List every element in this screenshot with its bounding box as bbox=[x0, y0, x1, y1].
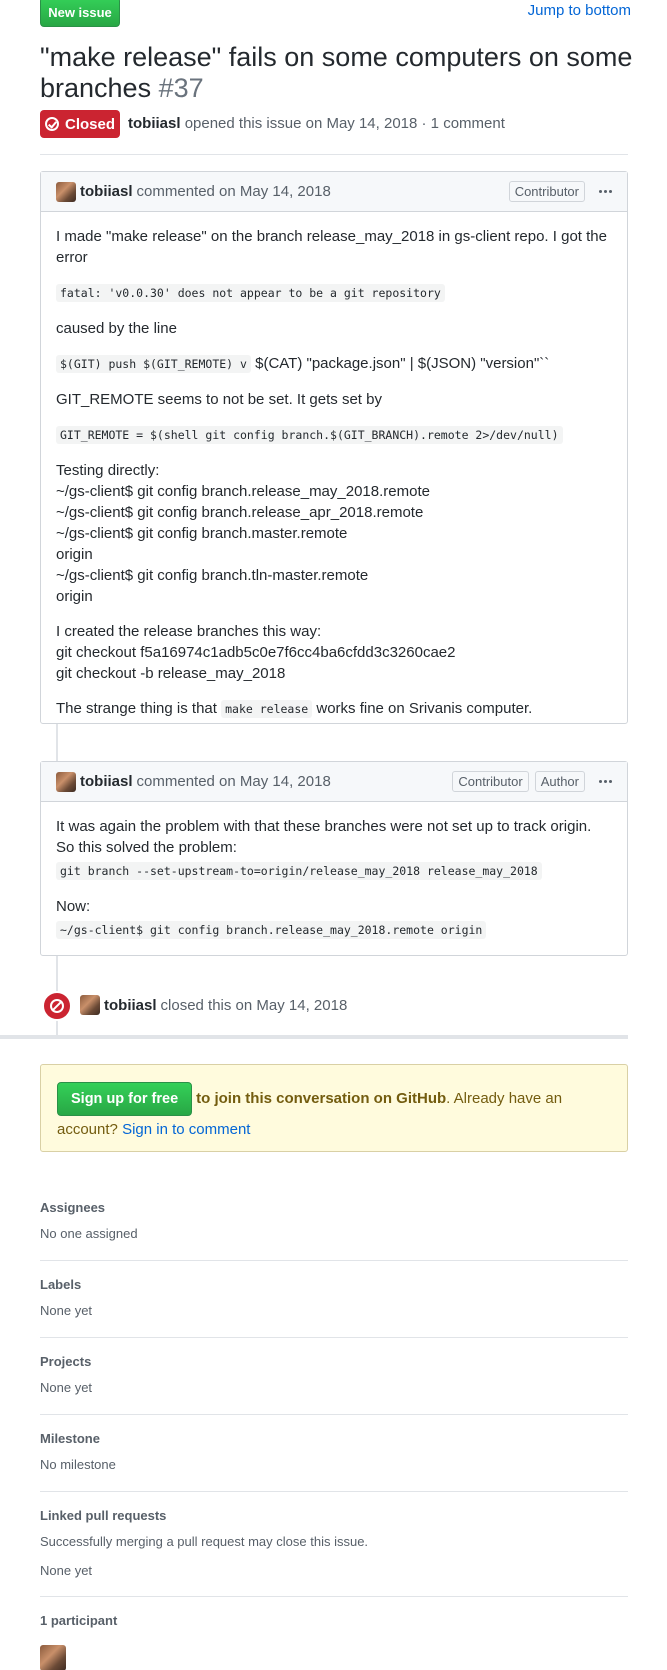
status-label: Closed bbox=[64, 115, 115, 133]
text-line: origin bbox=[56, 546, 93, 563]
sidebar-participants: 1 participant bbox=[40, 1613, 117, 1639]
comment-text: $(CAT) "package.json" | $(JSON) "version… bbox=[250, 355, 550, 372]
section-value: None yet bbox=[40, 1303, 93, 1318]
inline-code: $(GIT) push $(GIT_REMOTE) v bbox=[56, 355, 251, 373]
inline-code: GIT_REMOTE = $(shell git config branch.$… bbox=[56, 426, 563, 444]
sidebar-linked-prs: Linked pull requests Successfully mergin… bbox=[40, 1508, 628, 1597]
inline-code: make release bbox=[221, 700, 313, 718]
join-text: to join this conversation on GitHub bbox=[196, 1089, 447, 1107]
section-heading[interactable]: Assignees bbox=[40, 1200, 628, 1215]
inline-code: fatal: 'v0.0.30' does not appear to be a… bbox=[56, 284, 445, 302]
section-heading[interactable]: Projects bbox=[40, 1354, 628, 1369]
text-line: ~/gs-client$ git config branch.release_a… bbox=[56, 504, 424, 521]
section-heading: 1 participant bbox=[40, 1613, 118, 1628]
text-line: ~/gs-client$ git config branch.master.re… bbox=[56, 525, 348, 542]
comment-text: It was again the problem with that these… bbox=[56, 818, 592, 856]
section-value: No milestone bbox=[40, 1457, 116, 1472]
closed-event: tobiiasl closed this on May 14, 2018 bbox=[80, 995, 347, 1015]
circle-slash-icon bbox=[50, 999, 64, 1013]
text-line: origin bbox=[56, 588, 93, 605]
comment-body: I made "make release" on the branch rele… bbox=[41, 212, 627, 736]
closed-event-badge bbox=[42, 991, 72, 1021]
issue-number: #37 bbox=[158, 73, 204, 103]
avatar[interactable] bbox=[56, 181, 76, 202]
comment-text: caused by the line bbox=[56, 320, 177, 337]
comment: tobiiasl commented on May 14, 2018 Contr… bbox=[40, 171, 628, 724]
comment-date-link[interactable]: commented on May 14, 2018 bbox=[137, 773, 331, 790]
jump-to-bottom-link[interactable]: Jump to bottom bbox=[528, 2, 631, 19]
text-line: Testing directly: bbox=[56, 462, 160, 479]
divider bbox=[40, 154, 628, 155]
more-options-icon[interactable] bbox=[597, 190, 613, 193]
author-badge: Author bbox=[534, 771, 585, 792]
section-value: No one assigned bbox=[40, 1226, 138, 1241]
issue-opened-text: opened this issue on May 14, 2018 · 1 co… bbox=[184, 115, 505, 132]
timeline-divider bbox=[0, 1035, 628, 1039]
section-heading[interactable]: Linked pull requests bbox=[40, 1508, 628, 1523]
contributor-badge: Contributor bbox=[508, 181, 585, 202]
sign-in-link[interactable]: Sign in to comment bbox=[122, 1121, 250, 1138]
section-value: None yet bbox=[40, 1563, 93, 1578]
comment-date-link[interactable]: commented on May 14, 2018 bbox=[137, 183, 331, 200]
status-badge: Closed bbox=[40, 110, 120, 138]
text-line: ~/gs-client$ git config branch.release_m… bbox=[56, 483, 430, 500]
created-block: I created the release branches this way:… bbox=[56, 621, 612, 684]
section-note: Successfully merging a pull request may … bbox=[40, 1534, 369, 1549]
issue-meta: tobiiasl opened this issue on May 14, 20… bbox=[128, 115, 505, 132]
comment: tobiiasl commented on May 14, 2018 Contr… bbox=[40, 761, 628, 956]
sidebar-milestone: Milestone No milestone bbox=[40, 1431, 628, 1492]
avatar[interactable] bbox=[56, 771, 76, 792]
comment-text: I made "make release" on the branch rele… bbox=[56, 228, 607, 266]
sign-up-button[interactable]: Sign up for free bbox=[57, 1082, 193, 1116]
text-line: ~/gs-client$ git config branch.tln-maste… bbox=[56, 567, 369, 584]
text-line: git checkout -b release_may_2018 bbox=[56, 665, 286, 682]
comment-text: Now: bbox=[56, 898, 91, 915]
issue-closed-icon bbox=[44, 117, 59, 131]
avatar[interactable] bbox=[80, 995, 100, 1015]
testing-block: Testing directly: ~/gs-client$ git confi… bbox=[56, 460, 612, 607]
issue-author-link[interactable]: tobiiasl bbox=[128, 115, 181, 132]
closed-text: closed this on May 14, 2018 bbox=[160, 996, 348, 1014]
text-span: works fine on Srivanis computer. bbox=[312, 700, 533, 717]
text-line: I created the release branches this way: bbox=[56, 623, 322, 640]
text-span: The strange thing is that bbox=[56, 700, 222, 717]
sidebar-assignees: Assignees No one assigned bbox=[40, 1200, 628, 1261]
closed-author-link[interactable]: tobiiasl bbox=[104, 997, 157, 1014]
comment-author-link[interactable]: tobiiasl bbox=[80, 183, 133, 200]
contributor-badge: Contributor bbox=[452, 771, 529, 792]
comment-author-link[interactable]: tobiiasl bbox=[80, 773, 133, 790]
sidebar-labels: Labels None yet bbox=[40, 1277, 628, 1338]
comment-header: tobiiasl commented on May 14, 2018 Contr… bbox=[41, 762, 627, 802]
participant-avatar[interactable] bbox=[40, 1645, 66, 1670]
inline-code: git branch --set-upstream-to=origin/rele… bbox=[56, 862, 542, 880]
comment-text: The strange thing is that make release w… bbox=[56, 698, 612, 720]
section-value: None yet bbox=[40, 1380, 93, 1395]
issue-title: "make release" fails on some computers o… bbox=[40, 42, 640, 104]
sidebar-projects: Projects None yet bbox=[40, 1354, 628, 1415]
more-options-icon[interactable] bbox=[597, 780, 613, 783]
signup-prompt: Sign up for free to join this conversatio… bbox=[40, 1064, 628, 1152]
text-line: git checkout f5a16974c1adb5c0e7f6cc4ba6c… bbox=[56, 644, 456, 661]
comment-body: It was again the problem with that these… bbox=[41, 802, 627, 957]
inline-code: ~/gs-client$ git config branch.release_m… bbox=[56, 921, 487, 939]
section-heading[interactable]: Labels bbox=[40, 1277, 628, 1292]
comment-text: GIT_REMOTE seems to not be set. It gets … bbox=[56, 391, 382, 408]
comment-header: tobiiasl commented on May 14, 2018 Contr… bbox=[41, 172, 627, 212]
new-issue-button[interactable]: New issue bbox=[40, 0, 120, 27]
section-heading[interactable]: Milestone bbox=[40, 1431, 628, 1446]
issue-title-text: "make release" fails on some computers o… bbox=[40, 42, 633, 103]
